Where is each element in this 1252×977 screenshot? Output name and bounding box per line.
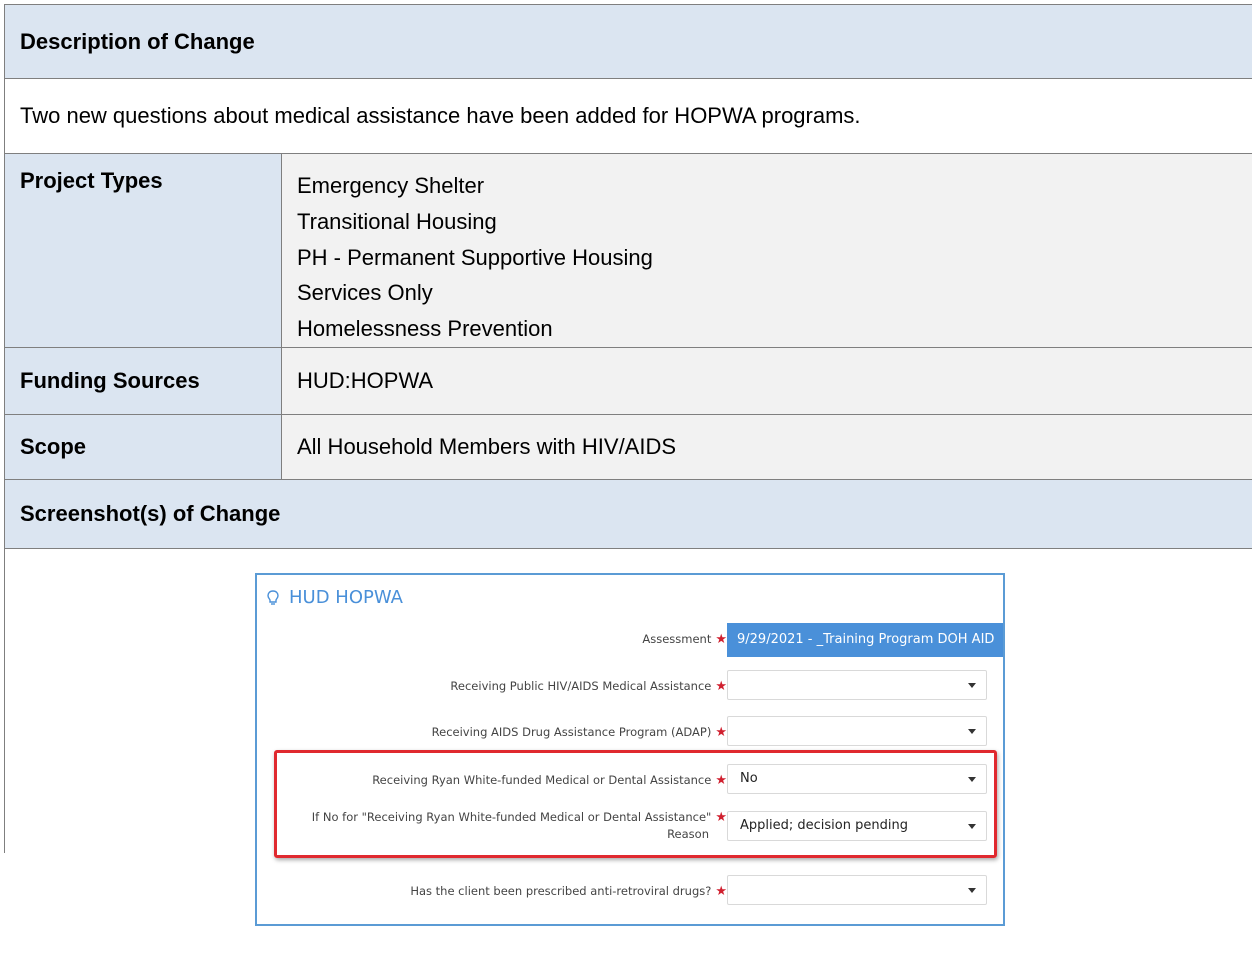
project-type-item: PH - Permanent Supportive Housing — [297, 244, 653, 270]
project-type-item: Emergency Shelter — [297, 173, 485, 198]
scope-label: Scope — [4, 413, 282, 480]
description-text: Two new questions about medical assistan… — [4, 78, 1252, 154]
form-title: HUD HOPWA — [267, 587, 403, 608]
project-types-label: Project Types — [4, 153, 282, 348]
adap-select[interactable] — [727, 716, 987, 746]
lightbulb-icon — [267, 589, 279, 606]
screenshots-header: Screenshot(s) of Change — [4, 478, 1252, 549]
field-row: Receiving AIDS Drug Assistance Program (… — [257, 716, 1003, 748]
field-row: Receiving Public HIV/AIDS Medical Assist… — [257, 670, 1003, 702]
description-header: Description of Change — [4, 4, 1252, 79]
hopwa-form-screenshot: HUD HOPWA Assessment ★ 9/29/2021 - _Train… — [255, 573, 1005, 926]
field-label: If No for "Receiving Ryan White-funded M… — [311, 810, 712, 824]
required-star-icon: ★ — [715, 632, 727, 647]
caret-down-icon — [968, 729, 976, 734]
caret-down-icon — [968, 824, 976, 829]
public-hiv-medical-assistance-select[interactable] — [727, 670, 987, 700]
field-label: Receiving AIDS Drug Assistance Program (… — [431, 725, 712, 739]
required-star-icon: ★ — [715, 810, 727, 825]
ryan-white-assistance-select[interactable]: No — [727, 764, 987, 794]
caret-down-icon — [968, 683, 976, 688]
project-types-list: Emergency Shelter Transitional Housing P… — [281, 153, 1252, 348]
field-label: Has the client been prescribed anti-retr… — [410, 884, 712, 898]
field-label: Receiving Ryan White-funded Medical or D… — [372, 773, 712, 787]
field-row: Has the client been prescribed anti-retr… — [257, 875, 1003, 907]
field-row: Receiving Ryan White-funded Medical or D… — [257, 764, 1003, 796]
field-row: If No for "Receiving Ryan White-funded M… — [257, 810, 1003, 843]
scope-value: All Household Members with HIV/AIDS — [281, 413, 1252, 480]
required-star-icon: ★ — [715, 773, 727, 788]
required-star-icon: ★ — [715, 725, 727, 740]
assessment-label: Assessment — [642, 632, 712, 646]
field-label-line2: Reason — [667, 827, 709, 841]
ryan-white-reason-select[interactable]: Applied; decision pending — [727, 811, 987, 841]
assessment-select[interactable]: 9/29/2021 - _Training Program DOH AID — [727, 623, 1003, 657]
funding-sources-label: Funding Sources — [4, 346, 282, 415]
caret-down-icon — [968, 888, 976, 893]
project-type-item: Transitional Housing — [297, 208, 497, 234]
required-star-icon: ★ — [715, 884, 727, 899]
funding-sources-value: HUD:HOPWA — [281, 346, 1252, 415]
caret-down-icon — [968, 777, 976, 782]
assessment-row: Assessment ★ 9/29/2021 - _Training Progra… — [257, 623, 1003, 657]
anti-retroviral-select[interactable] — [727, 875, 987, 905]
project-type-item: Services Only — [297, 280, 433, 306]
required-star-icon: ★ — [715, 679, 727, 694]
project-type-item: Homelessness Prevention — [297, 316, 553, 342]
field-label: Receiving Public HIV/AIDS Medical Assist… — [450, 679, 712, 693]
form-title-text: HUD HOPWA — [289, 587, 403, 608]
